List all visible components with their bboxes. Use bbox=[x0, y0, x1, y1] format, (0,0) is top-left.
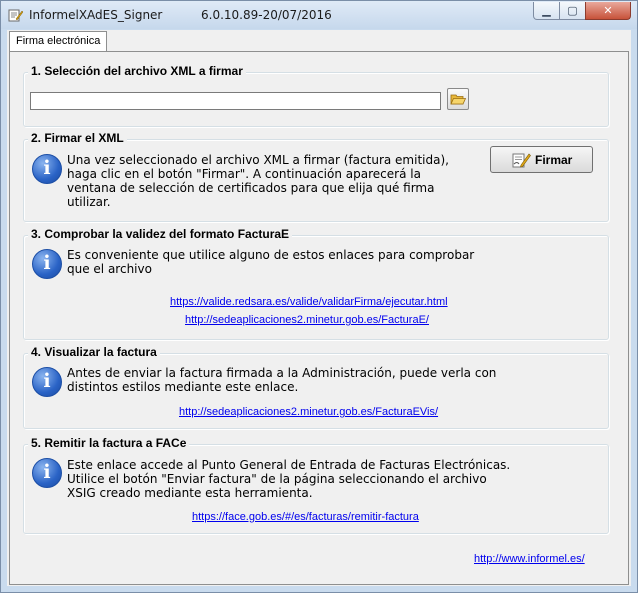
group-title: 5. Remitir la factura a FACe bbox=[28, 436, 190, 450]
folder-open-icon bbox=[450, 94, 467, 105]
valide-link[interactable]: https://valide.redsara.es/valide/validar… bbox=[170, 296, 448, 308]
close-button[interactable]: ✕ bbox=[585, 2, 631, 20]
group-title: 3. Comprobar la validez del formato Fact… bbox=[28, 227, 293, 241]
facturaevis-link[interactable]: http://sedeaplicaciones2.minetur.gob.es/… bbox=[179, 406, 438, 418]
informel-link[interactable]: http://www.informel.es/ bbox=[474, 553, 585, 565]
group-comprobar-validez: 3. Comprobar la validez del formato Fact… bbox=[23, 227, 609, 340]
info-icon: i bbox=[32, 154, 62, 184]
app-window: InformelXAdES_Signer 6.0.10.89-20/07/201… bbox=[0, 0, 638, 593]
minimize-icon: ▁ bbox=[542, 4, 551, 17]
signature-pen-icon bbox=[512, 153, 531, 168]
group-title: 4. Visualizar la factura bbox=[28, 345, 160, 359]
window-title: InformelXAdES_Signer bbox=[29, 8, 163, 22]
app-icon bbox=[8, 9, 23, 22]
window-version: 6.0.10.89-20/07/2016 bbox=[201, 8, 332, 22]
client-area: Firma electrónica 1. Selección del archi… bbox=[7, 30, 631, 586]
info-icon: i bbox=[32, 458, 62, 488]
face-link[interactable]: https://face.gob.es/#/es/facturas/remiti… bbox=[192, 511, 419, 523]
group-remitir-face: 5. Remitir la factura a FACe i Este enla… bbox=[23, 436, 609, 534]
info-icon: i bbox=[32, 367, 62, 397]
facturae-link[interactable]: http://sedeaplicaciones2.minetur.gob.es/… bbox=[185, 314, 429, 326]
group-firmar-xml: 2. Firmar el XML i Una vez seleccionado … bbox=[23, 131, 609, 222]
xml-file-path-input[interactable] bbox=[30, 92, 441, 110]
close-icon: ✕ bbox=[603, 4, 613, 17]
group-title: 1. Selección del archivo XML a firmar bbox=[28, 64, 246, 78]
group-seleccion-archivo: 1. Selección del archivo XML a firmar bbox=[23, 64, 609, 127]
remitir-description: Este enlace accede al Punto General de E… bbox=[67, 458, 511, 500]
maximize-icon: ▢ bbox=[567, 4, 578, 17]
group-title: 2. Firmar el XML bbox=[28, 131, 127, 145]
title-bar[interactable]: InformelXAdES_Signer 6.0.10.89-20/07/201… bbox=[1, 1, 637, 29]
minimize-button[interactable]: ▁ bbox=[533, 2, 560, 20]
tab-panel: 1. Selección del archivo XML a firmar 2.… bbox=[9, 51, 629, 585]
firmar-button-label: Firmar bbox=[535, 153, 573, 167]
maximize-button[interactable]: ▢ bbox=[559, 2, 586, 20]
firmar-description: Una vez seleccionado el archivo XML a fi… bbox=[67, 153, 449, 209]
tab-firma-electronica[interactable]: Firma electrónica bbox=[9, 31, 108, 52]
comprobar-description: Es conveniente que utilice alguno de est… bbox=[67, 248, 475, 276]
visualizar-description: Antes de enviar la factura firmada a la … bbox=[67, 366, 497, 394]
info-icon: i bbox=[32, 249, 62, 279]
group-visualizar-factura: 4. Visualizar la factura i Antes de envi… bbox=[23, 345, 609, 429]
browse-button[interactable] bbox=[447, 88, 469, 110]
firmar-button[interactable]: Firmar bbox=[490, 146, 593, 173]
